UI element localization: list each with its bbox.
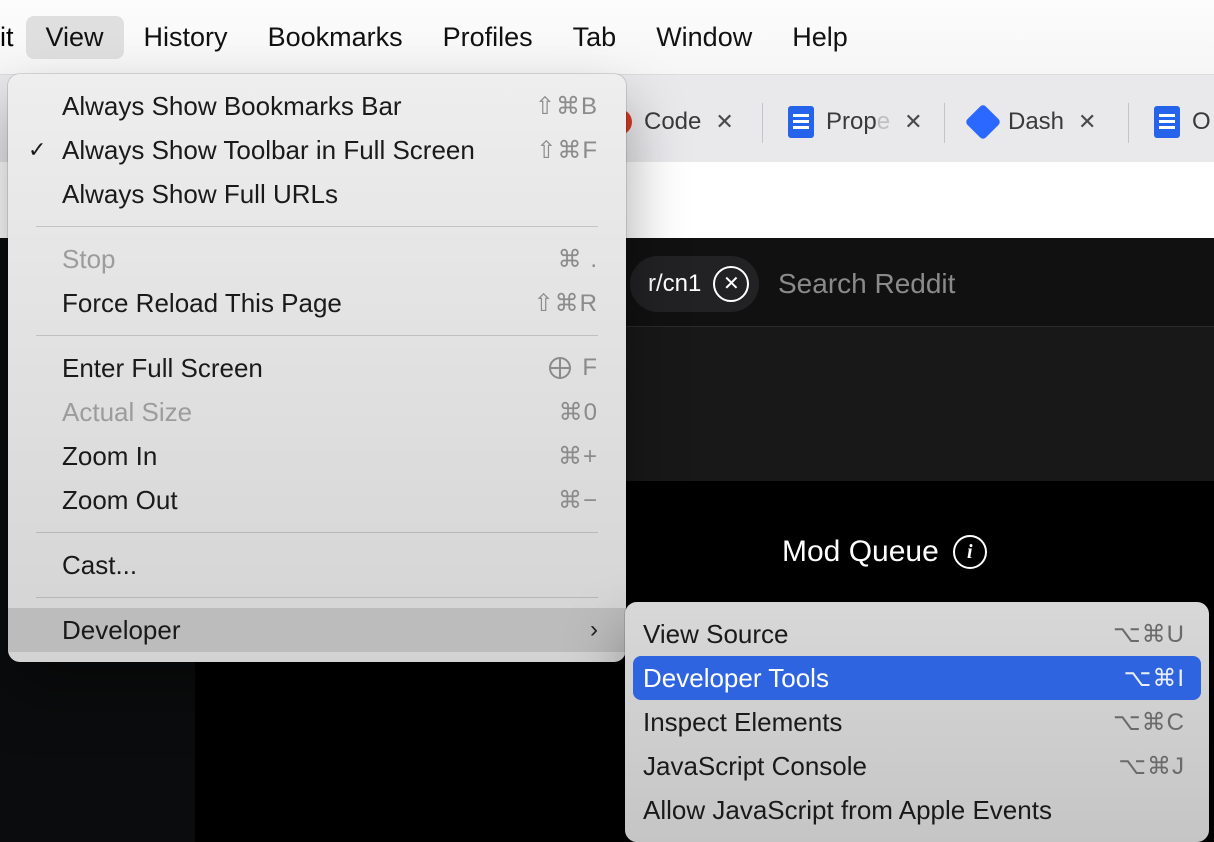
menu-item-label: Inspect Elements	[643, 707, 842, 738]
menu-separator	[36, 226, 598, 227]
menubar-item-edit-partial[interactable]: it	[0, 16, 26, 59]
view-menu-dropdown: Always Show Bookmarks Bar ⇧⌘B ✓ Always S…	[8, 74, 626, 662]
menu-item-label: Developer	[62, 615, 181, 646]
menu-item-always-show-full-urls[interactable]: Always Show Full URLs	[8, 172, 626, 216]
shortcut: ⌘ .	[558, 245, 598, 274]
document-icon	[786, 107, 816, 137]
menu-item-developer-tools[interactable]: Developer Tools ⌥⌘I	[633, 656, 1201, 700]
shortcut: F	[549, 354, 598, 382]
menu-item-label: View Source	[643, 619, 789, 650]
menu-item-developer[interactable]: Developer ›	[8, 608, 626, 652]
menu-item-always-show-bookmarks-bar[interactable]: Always Show Bookmarks Bar ⇧⌘B	[8, 84, 626, 128]
info-icon[interactable]: i	[953, 535, 987, 569]
close-icon[interactable]: ✕	[1078, 109, 1096, 135]
menu-item-zoom-in[interactable]: Zoom In ⌘+	[8, 434, 626, 478]
tab-separator	[762, 103, 763, 143]
tab-separator	[944, 103, 945, 143]
tab-separator	[1128, 103, 1129, 143]
browser-tab[interactable]: O	[1140, 94, 1214, 150]
shortcut: ⇧⌘F	[536, 136, 598, 165]
menu-item-stop: Stop ⌘ .	[8, 237, 626, 281]
menubar-item-window[interactable]: Window	[636, 16, 772, 59]
mod-queue-heading: Mod Queue i	[782, 535, 987, 569]
search-scope-chip[interactable]: r/cn1 ✕	[630, 256, 759, 312]
menu-item-label: JavaScript Console	[643, 751, 867, 782]
menu-item-force-reload[interactable]: Force Reload This Page ⇧⌘R	[8, 281, 626, 325]
menu-item-enter-full-screen[interactable]: Enter Full Screen F	[8, 346, 626, 390]
menu-item-cast[interactable]: Cast...	[8, 543, 626, 587]
menubar-item-bookmarks[interactable]: Bookmarks	[248, 16, 423, 59]
shortcut: ⇧⌘R	[534, 289, 598, 318]
shortcut: ⌘0	[559, 398, 598, 427]
shortcut: ⌥⌘I	[1124, 664, 1185, 693]
menu-item-label: Always Show Toolbar in Full Screen	[62, 135, 475, 166]
developer-submenu: View Source ⌥⌘U Developer Tools ⌥⌘I Insp…	[625, 602, 1209, 842]
menu-item-label: Stop	[62, 244, 116, 275]
shortcut: ⌥⌘J	[1118, 752, 1185, 781]
menubar-item-profiles[interactable]: Profiles	[423, 16, 553, 59]
menu-item-allow-js-apple-events[interactable]: Allow JavaScript from Apple Events	[625, 788, 1209, 832]
browser-tab[interactable]: Dash ✕	[956, 94, 1108, 150]
menu-item-label: Zoom Out	[62, 485, 178, 516]
globe-icon	[549, 357, 571, 379]
mod-queue-label: Mod Queue	[782, 535, 939, 569]
document-icon	[1152, 107, 1182, 137]
menu-item-label: Force Reload This Page	[62, 288, 342, 319]
close-icon[interactable]: ✕	[715, 109, 733, 135]
menu-separator	[36, 335, 598, 336]
chip-label: r/cn1	[648, 270, 701, 298]
check-icon: ✓	[28, 137, 46, 163]
menu-item-always-show-toolbar-fullscreen[interactable]: ✓ Always Show Toolbar in Full Screen ⇧⌘F	[8, 128, 626, 172]
browser-tab[interactable]: Prope ✕	[774, 94, 935, 150]
menubar-item-help[interactable]: Help	[772, 16, 868, 59]
menu-item-actual-size: Actual Size ⌘0	[8, 390, 626, 434]
menu-item-label: Zoom In	[62, 441, 157, 472]
menubar: it View History Bookmarks Profiles Tab W…	[0, 0, 1214, 74]
menu-item-label: Enter Full Screen	[62, 353, 263, 384]
shortcut: ⌘+	[558, 442, 598, 471]
menu-item-label: Actual Size	[62, 397, 192, 428]
shortcut: ⌥⌘C	[1113, 708, 1185, 737]
menu-separator	[36, 597, 598, 598]
shortcut: ⌥⌘U	[1113, 620, 1185, 649]
shortcut: ⌘−	[558, 486, 598, 515]
menu-item-label: Developer Tools	[643, 663, 829, 694]
menu-item-view-source[interactable]: View Source ⌥⌘U	[625, 612, 1209, 656]
menu-item-javascript-console[interactable]: JavaScript Console ⌥⌘J	[625, 744, 1209, 788]
menu-item-zoom-out[interactable]: Zoom Out ⌘−	[8, 478, 626, 522]
diamond-icon	[968, 107, 998, 137]
menu-item-inspect-elements[interactable]: Inspect Elements ⌥⌘C	[625, 700, 1209, 744]
search-input[interactable]: Search Reddit	[778, 268, 955, 300]
menubar-item-tab[interactable]: Tab	[553, 16, 637, 59]
shortcut: ⇧⌘B	[535, 92, 598, 121]
tab-label: Code	[644, 108, 701, 136]
menu-item-label: Always Show Full URLs	[62, 179, 338, 210]
tab-label: Dash	[1008, 108, 1064, 136]
tab-label: Prope	[826, 108, 890, 136]
menu-item-label: Cast...	[62, 550, 137, 581]
menubar-item-view[interactable]: View	[26, 16, 124, 59]
clear-icon[interactable]: ✕	[713, 266, 749, 302]
close-icon[interactable]: ✕	[904, 109, 922, 135]
tab-label: O	[1192, 108, 1211, 136]
menu-item-label: Allow JavaScript from Apple Events	[643, 795, 1052, 826]
chevron-right-icon: ›	[590, 616, 598, 644]
menu-separator	[36, 532, 598, 533]
menubar-item-history[interactable]: History	[124, 16, 248, 59]
menu-item-label: Always Show Bookmarks Bar	[62, 91, 402, 122]
